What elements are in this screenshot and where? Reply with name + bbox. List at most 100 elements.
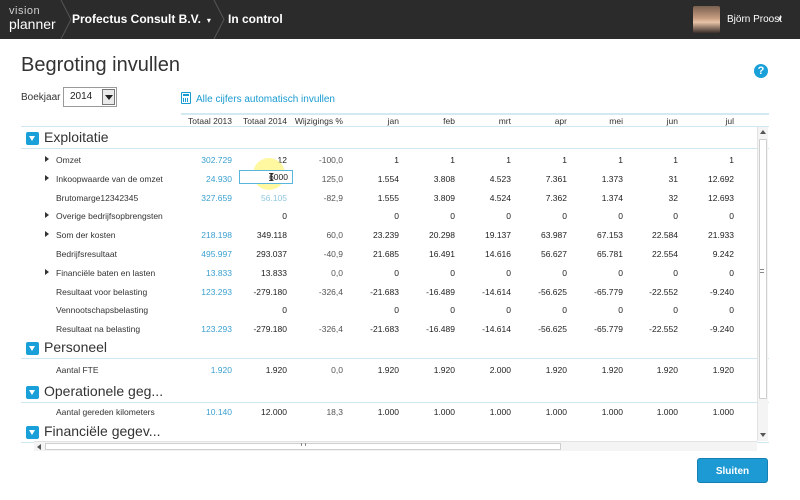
value-cell[interactable]: -16.489 — [401, 287, 455, 297]
value-cell[interactable]: 0 — [345, 268, 399, 278]
total-2013-link[interactable]: 327.659 — [178, 193, 232, 203]
value-cell[interactable]: 0 — [457, 211, 511, 221]
value-cell[interactable]: 7.361 — [513, 174, 567, 184]
value-cell[interactable]: -21.683 — [345, 287, 399, 297]
value-cell[interactable]: -16.489 — [401, 324, 455, 334]
value-cell[interactable]: 56.105 — [233, 193, 287, 203]
value-cell[interactable]: 1.000 — [513, 407, 567, 417]
vertical-scrollbar[interactable] — [757, 127, 768, 441]
dropdown-arrow-icon[interactable] — [102, 89, 115, 105]
section-header[interactable]: Operationele geg... — [21, 383, 769, 403]
value-cell[interactable]: 1.000 — [624, 407, 678, 417]
user-name[interactable]: Björn Proost — [727, 0, 782, 39]
total-2013-link[interactable]: 1.920 — [178, 365, 232, 375]
breadcrumb-module[interactable]: In control — [228, 0, 283, 39]
value-cell[interactable]: 13.833 — [233, 268, 287, 278]
total-2013-link[interactable]: 218.198 — [178, 230, 232, 240]
expand-arrow-icon[interactable] — [45, 212, 49, 218]
value-cell[interactable]: 65.781 — [569, 249, 623, 259]
value-cell[interactable]: 1.374 — [569, 193, 623, 203]
value-cell[interactable]: 12.693 — [680, 193, 734, 203]
collapse-toggle-icon[interactable] — [26, 386, 39, 399]
value-cell[interactable]: 4.524 — [457, 193, 511, 203]
value-cell[interactable]: 0 — [513, 211, 567, 221]
value-cell[interactable]: 1.920 — [345, 365, 399, 375]
total-2013-link[interactable]: 13.833 — [178, 268, 232, 278]
value-cell[interactable]: 3.808 — [401, 174, 455, 184]
value-cell[interactable]: 0 — [569, 305, 623, 315]
value-cell[interactable]: 1 — [569, 155, 623, 165]
year-select[interactable]: 2014 — [63, 87, 117, 107]
value-cell[interactable]: 56.627 — [513, 249, 567, 259]
value-cell[interactable]: -56.625 — [513, 324, 567, 334]
value-cell[interactable]: 23.239 — [345, 230, 399, 240]
value-cell[interactable]: 1 — [345, 155, 399, 165]
active-edit-input[interactable]: 6000 — [239, 170, 293, 184]
value-cell[interactable]: 1.000 — [345, 407, 399, 417]
expand-arrow-icon[interactable] — [45, 175, 49, 181]
value-cell[interactable]: 20.298 — [401, 230, 455, 240]
help-icon[interactable]: ? — [754, 64, 768, 78]
value-cell[interactable]: -22.552 — [624, 287, 678, 297]
value-cell[interactable]: 0 — [345, 305, 399, 315]
total-2013-link[interactable]: 302.729 — [178, 155, 232, 165]
value-cell[interactable]: 0 — [624, 268, 678, 278]
expand-arrow-icon[interactable] — [45, 269, 49, 275]
value-cell[interactable]: 0 — [680, 268, 734, 278]
value-cell[interactable]: 1.373 — [569, 174, 623, 184]
value-cell[interactable]: -9.240 — [680, 287, 734, 297]
collapse-toggle-icon[interactable] — [26, 132, 39, 145]
expand-arrow-icon[interactable] — [45, 156, 49, 162]
value-cell[interactable]: 7.362 — [513, 193, 567, 203]
value-cell[interactable]: 1.000 — [569, 407, 623, 417]
value-cell[interactable]: 21.685 — [345, 249, 399, 259]
value-cell[interactable]: 1 — [680, 155, 734, 165]
value-cell[interactable]: 0 — [457, 305, 511, 315]
value-cell[interactable]: 32 — [624, 193, 678, 203]
value-cell[interactable]: 0 — [624, 305, 678, 315]
value-cell[interactable]: 0 — [624, 211, 678, 221]
horizontal-scrollbar[interactable] — [34, 441, 757, 451]
value-cell[interactable]: 1.000 — [401, 407, 455, 417]
value-cell[interactable]: 2.000 — [457, 365, 511, 375]
app-logo[interactable]: vision planner — [9, 5, 61, 31]
value-cell[interactable]: 1.554 — [345, 174, 399, 184]
value-cell[interactable]: 14.616 — [457, 249, 511, 259]
value-cell[interactable]: 0 — [680, 305, 734, 315]
value-cell[interactable]: 0 — [233, 211, 287, 221]
value-cell[interactable]: 0 — [233, 305, 287, 315]
total-2013-link[interactable]: 10.140 — [178, 407, 232, 417]
value-cell[interactable]: 0 — [680, 211, 734, 221]
value-cell[interactable]: -56.625 — [513, 287, 567, 297]
value-cell[interactable]: 31 — [624, 174, 678, 184]
total-2013-link[interactable]: 123.293 — [178, 287, 232, 297]
value-cell[interactable]: 0 — [513, 268, 567, 278]
value-cell[interactable]: 67.153 — [569, 230, 623, 240]
value-cell[interactable]: -65.779 — [569, 324, 623, 334]
value-cell[interactable]: -279.180 — [233, 287, 287, 297]
value-cell[interactable]: 1 — [624, 155, 678, 165]
value-cell[interactable]: 1.920 — [680, 365, 734, 375]
value-cell[interactable]: 21.933 — [680, 230, 734, 240]
value-cell[interactable]: 0 — [401, 305, 455, 315]
value-cell[interactable]: 1.920 — [624, 365, 678, 375]
total-2013-link[interactable]: 123.293 — [178, 324, 232, 334]
section-header[interactable]: Financiële gegev... — [21, 423, 769, 443]
total-2013-link[interactable]: 24.930 — [178, 174, 232, 184]
total-2013-link[interactable]: 495.997 — [178, 249, 232, 259]
value-cell[interactable]: 12.692 — [680, 174, 734, 184]
value-cell[interactable]: 1 — [513, 155, 567, 165]
value-cell[interactable]: 349.118 — [233, 230, 287, 240]
value-cell[interactable]: 1 — [401, 155, 455, 165]
section-header[interactable]: Exploitatie — [21, 129, 769, 149]
close-button[interactable]: Sluiten — [697, 458, 768, 483]
auto-fill-link[interactable]: Alle cijfers automatisch invullen — [181, 92, 335, 105]
value-cell[interactable]: 19.137 — [457, 230, 511, 240]
avatar[interactable] — [693, 6, 720, 33]
value-cell[interactable]: -279.180 — [233, 324, 287, 334]
value-cell[interactable]: 0 — [345, 211, 399, 221]
expand-arrow-icon[interactable] — [45, 231, 49, 237]
value-cell[interactable]: 1.000 — [680, 407, 734, 417]
value-cell[interactable]: 1.920 — [569, 365, 623, 375]
value-cell[interactable]: 1.920 — [513, 365, 567, 375]
